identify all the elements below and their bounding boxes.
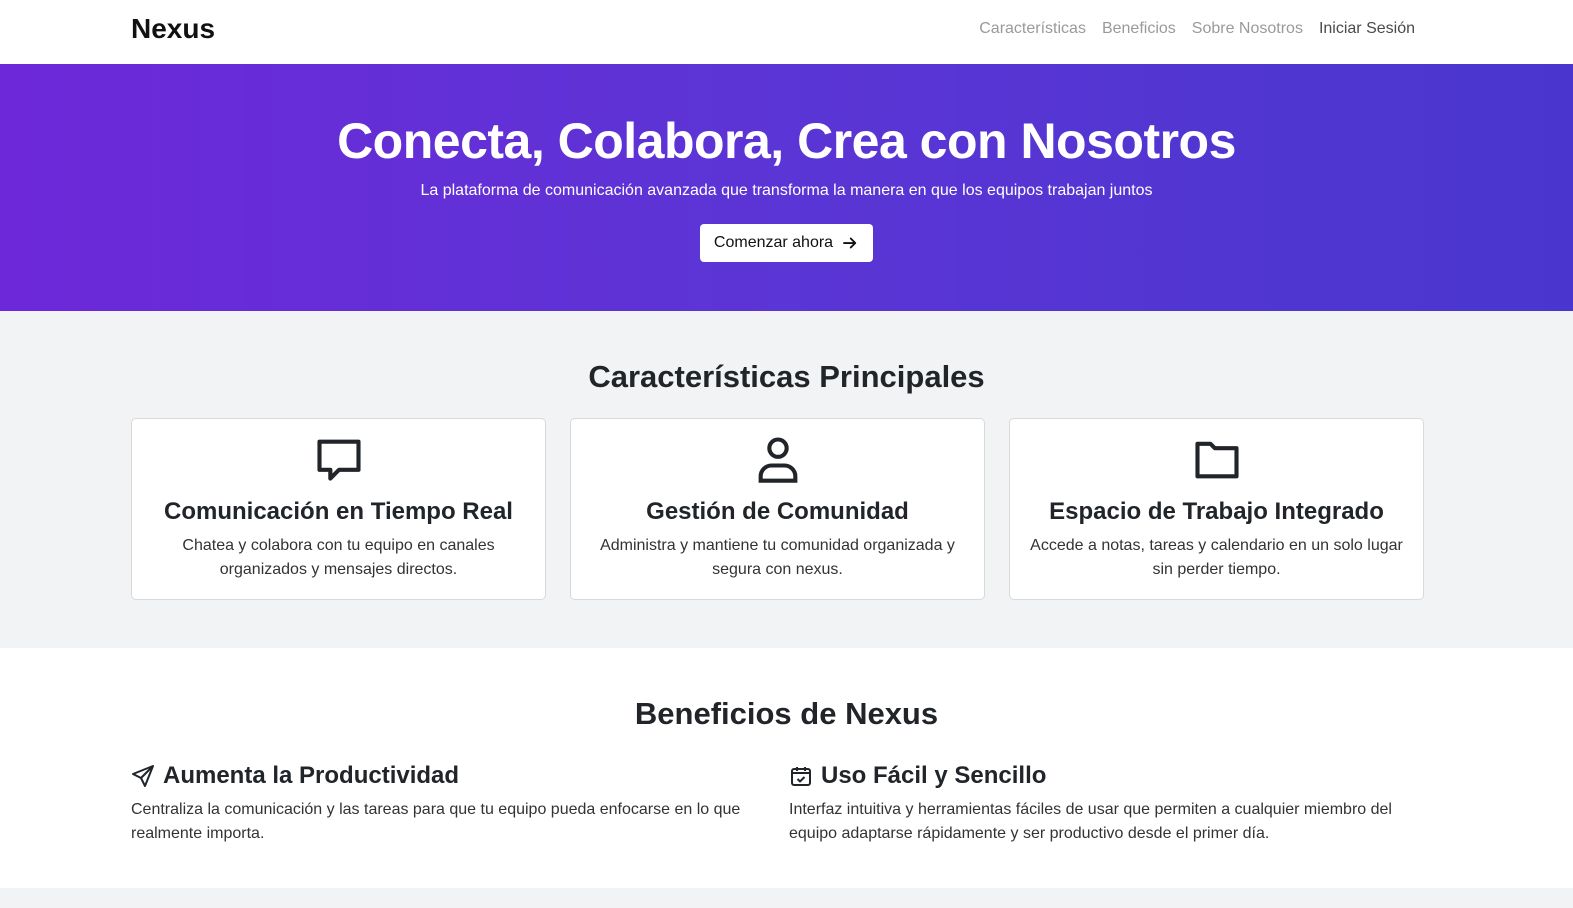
send-icon (132, 765, 154, 787)
navbar: Nexus Características Beneficios Sobre N… (0, 0, 1573, 64)
benefit-item: Aumenta la Productividad Centraliza la c… (131, 762, 756, 846)
feature-title: Espacio de Trabajo Integrado (1049, 498, 1384, 525)
nav-link-iniciar-sesion[interactable]: Iniciar Sesión (1319, 20, 1415, 38)
benefits-section: Beneficios de Nexus Aumenta la Productiv… (0, 648, 1573, 888)
feature-text: Accede a notas, tareas y calendario en u… (1030, 537, 1403, 578)
feature-card: Espacio de Trabajo Integrado Accede a no… (1009, 418, 1424, 600)
benefit-item: Uso Fácil y Sencillo Interfaz intuitiva … (789, 762, 1414, 846)
benefit-text: Interfaz intuitiva y herramientas fácile… (789, 801, 1392, 842)
hero-section: Conecta, Colabora, Crea con Nosotros La … (0, 64, 1573, 311)
hero-subtitle: La plataforma de comunicación avanzada q… (420, 182, 1153, 199)
calendar-check-icon (791, 767, 811, 786)
benefit-text: Centraliza la comunicación y las tareas … (131, 801, 741, 842)
brand-logo[interactable]: Nexus (131, 13, 215, 45)
benefits-heading: Beneficios de Nexus (634, 696, 939, 731)
nav-link-beneficios[interactable]: Beneficios (1102, 20, 1176, 38)
hero-title: Conecta, Colabora, Crea con Nosotros (337, 113, 1236, 169)
nav-link-caracteristicas[interactable]: Características (979, 20, 1086, 38)
benefit-title: Aumenta la Productividad (163, 762, 460, 789)
arrow-right-icon (843, 237, 857, 249)
feature-title: Gestión de Comunidad (646, 498, 909, 525)
feature-card: Comunicación en Tiempo Real Chatea y col… (131, 418, 546, 600)
feature-title: Comunicación en Tiempo Real (164, 498, 513, 525)
features-section: Características Principales Comunicación… (0, 311, 1573, 648)
nav-link-sobre-nosotros[interactable]: Sobre Nosotros (1192, 20, 1303, 38)
benefit-heading: Uso Fácil y Sencillo (789, 762, 1414, 790)
footer-strip (0, 888, 1573, 908)
feature-text: Administra y mantiene tu comunidad organ… (600, 537, 955, 578)
cta-label: Comenzar ahora (713, 234, 834, 251)
user-icon (758, 437, 797, 483)
comenzar-ahora-button[interactable]: Comenzar ahora (699, 224, 874, 262)
feature-text: Chatea y colabora con tu equipo en canal… (182, 537, 495, 578)
benefit-title: Uso Fácil y Sencillo (821, 762, 1047, 789)
chat-bubble-icon (316, 439, 361, 481)
nav-links: Características Beneficios Sobre Nosotro… (979, 20, 1415, 38)
feature-cards: Comunicación en Tiempo Real Chatea y col… (131, 418, 1424, 600)
features-heading: Características Principales (588, 359, 985, 394)
folder-icon (1194, 441, 1239, 479)
feature-card: Gestión de Comunidad Administra y mantie… (570, 418, 985, 600)
benefit-heading: Aumenta la Productividad (131, 762, 756, 790)
